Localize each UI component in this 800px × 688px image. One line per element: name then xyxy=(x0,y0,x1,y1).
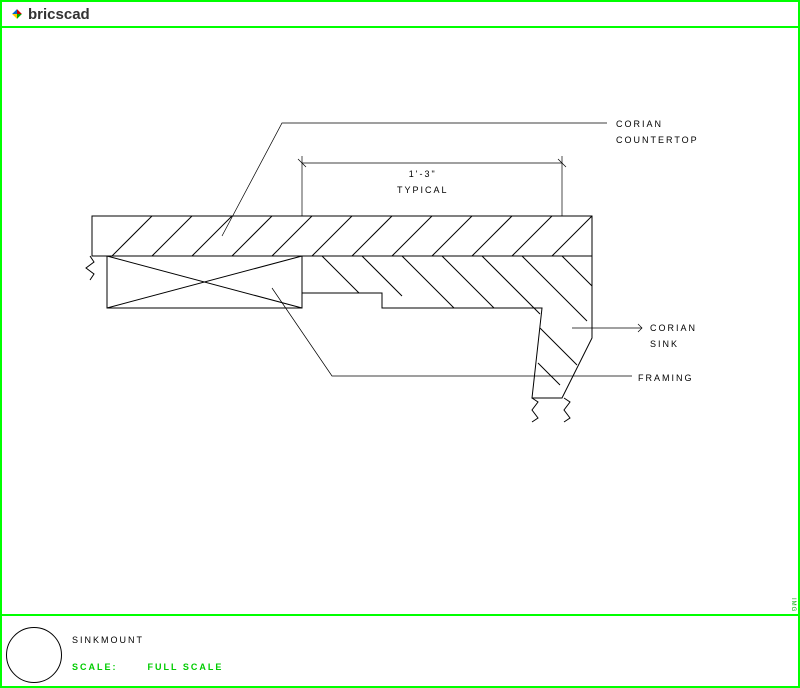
label-countertop-l2: COUNTERTOP xyxy=(616,132,699,148)
bricscad-icon xyxy=(10,7,24,21)
label-countertop-l1: CORIAN xyxy=(616,116,699,132)
label-sink: CORIAN SINK xyxy=(650,320,697,352)
logo: bricscad xyxy=(10,6,90,23)
dim-typical: TYPICAL xyxy=(397,182,449,198)
titlebar: bricscad xyxy=(2,2,798,28)
brand-text: bricscad xyxy=(28,6,90,23)
scale-label: SCALE: xyxy=(72,662,118,672)
app-frame: bricscad xyxy=(0,0,800,688)
drawing-title: SINKMOUNT xyxy=(72,635,223,645)
label-sink-l1: CORIAN xyxy=(650,320,697,336)
dim-value: 1'-3" xyxy=(397,166,449,182)
scale-row: SCALE: FULL SCALE xyxy=(72,662,223,672)
label-sink-l2: SINK xyxy=(650,336,697,352)
drawing-symbol-circle xyxy=(6,627,62,683)
label-countertop: CORIAN COUNTERTOP xyxy=(616,116,699,148)
scale-value: FULL SCALE xyxy=(148,662,224,672)
label-framing: FRAMING xyxy=(638,370,694,386)
bottom-bar: SINKMOUNT SCALE: FULL SCALE xyxy=(2,614,798,686)
side-text: IMG xyxy=(790,598,796,612)
drawing-canvas[interactable]: CORIAN COUNTERTOP 1'-3" TYPICAL CORIAN S… xyxy=(2,28,798,614)
dimension-text: 1'-3" TYPICAL xyxy=(397,166,449,198)
bottom-texts: SINKMOUNT SCALE: FULL SCALE xyxy=(72,616,223,686)
